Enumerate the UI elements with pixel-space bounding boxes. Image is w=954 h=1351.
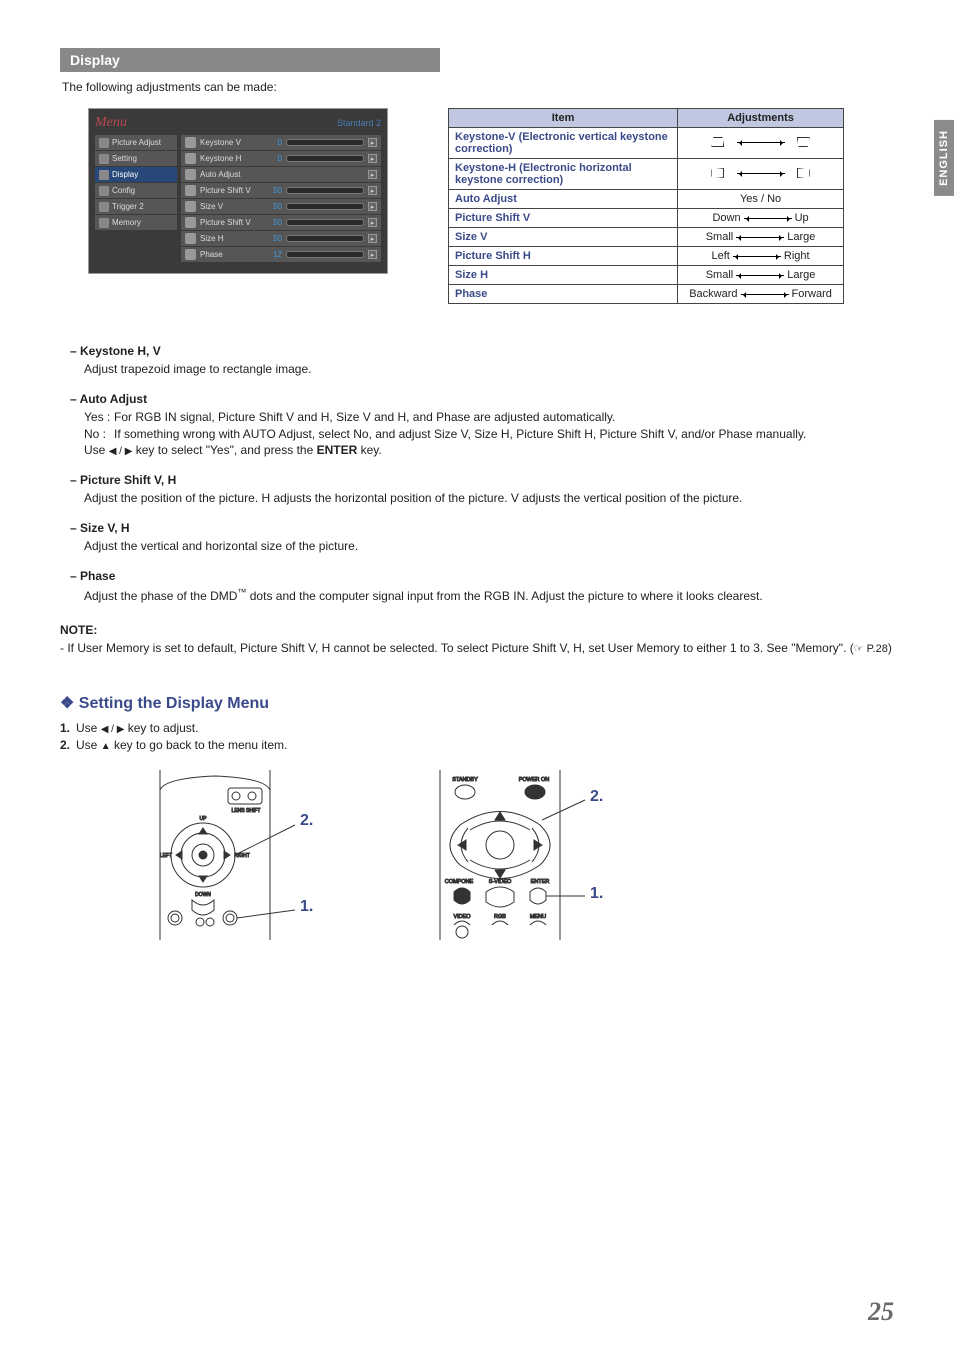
yes-body: For RGB IN signal, Picture Shift V and H… [114,409,615,426]
desc-size-title: Size V, H [70,521,894,535]
svg-text:MENU: MENU [530,914,546,920]
svg-text:COMPONE: COMPONE [445,879,474,885]
desc-phase-title: Phase [70,569,894,583]
menu-left-item: Setting [95,151,177,166]
svg-text:POWER ON: POWER ON [519,777,550,783]
svg-text:RGB: RGB [494,914,506,920]
svg-text:ENTER: ENTER [531,879,550,885]
menu-left-item: Picture Adjust [95,135,177,150]
table-header-adjustments: Adjustments [678,109,844,128]
table-row: Keystone-V (Electronic vertical keystone… [449,128,844,159]
menu-right-row: Auto Adjust▸ [181,167,381,182]
svg-text:S-VIDEO: S-VIDEO [489,879,512,885]
svg-text:VIDEO: VIDEO [453,914,471,920]
svg-text:LEFT: LEFT [160,853,172,859]
yes-label: Yes : [84,409,114,426]
step-2: 2.Use ▲ key to go back to the menu item. [60,738,894,752]
use-line: Use ◀ / ▶ key to select "Yes", and press… [84,442,894,459]
no-label: No : [84,426,114,443]
adjustments-table: Item Adjustments Keystone-V (Electronic … [448,108,844,304]
menu-standard-label: Standard 2 [337,118,381,128]
callout-1: 1. [300,898,313,916]
left-right-arrow-icon: ◀ / ▶ [101,724,125,735]
desc-size-body: Adjust the vertical and horizontal size … [84,538,894,555]
menu-left-item: Display [95,167,177,182]
projector-panel-diagram: LENS SHIFT UP DOWN LEFT RIGHT [100,770,330,940]
menu-right-row: Size V50▸ [181,199,381,214]
step-1: 1.Use ◀ / ▶ key to adjust. [60,721,894,735]
desc-phase-body: Adjust the phase of the DMD™ dots and th… [84,586,894,605]
intro-text: The following adjustments can be made: [62,80,894,94]
menu-right-row: Picture Shift V50▸ [181,183,381,198]
up-arrow-icon: ▲ [101,741,111,752]
table-row: Size HSmall Large [449,266,844,285]
menu-right-row: Keystone H0▸ [181,151,381,166]
desc-auto-adjust-title: Auto Adjust [70,392,894,406]
menu-right-column: Keystone V0▸Keystone H0▸Auto Adjust▸Pict… [181,135,381,263]
page-number: 25 [868,1297,894,1327]
language-tab: ENGLISH [934,120,954,196]
menu-left-item: Config [95,183,177,198]
desc-keystone-title: Keystone H, V [70,344,894,358]
menu-left-item: Trigger 2 [95,199,177,214]
menu-right-row: Picture Shift V50▸ [181,215,381,230]
menu-title: Menu [95,115,127,131]
table-row: Picture Shift HLeft Right [449,247,844,266]
table-row: Size VSmall Large [449,228,844,247]
menu-right-row: Phase12▸ [181,247,381,262]
table-header-item: Item [449,109,678,128]
table-row: Picture Shift VDown Up [449,209,844,228]
menu-left-item: Memory [95,215,177,230]
section-header: Display [60,48,440,72]
left-right-arrow-icon: ◀ / ▶ [109,446,133,457]
table-row: PhaseBackward Forward [449,285,844,304]
callout-1-remote: 1. [590,885,603,903]
svg-text:UP: UP [200,816,208,822]
menu-left-column: Picture AdjustSettingDisplayConfigTrigge… [95,135,177,263]
svg-text:STANDBY: STANDBY [452,777,478,783]
callout-2: 2. [300,812,313,830]
desc-picture-shift-title: Picture Shift V, H [70,473,894,487]
svg-text:DOWN: DOWN [195,892,211,898]
osd-menu-screenshot: Menu Standard 2 Picture AdjustSettingDis… [88,108,388,274]
menu-right-row: Keystone V0▸ [181,135,381,150]
table-row: Keystone-H (Electronic horizontal keysto… [449,159,844,190]
setting-heading: Setting the Display Menu [60,693,894,713]
desc-picture-shift-body: Adjust the position of the picture. H ad… [84,490,894,507]
desc-keystone-body: Adjust trapezoid image to rectangle imag… [84,361,894,378]
note-body: - If User Memory is set to default, Pict… [60,640,894,657]
no-body: If something wrong with AUTO Adjust, sel… [114,426,806,443]
callout-2-remote: 2. [590,788,603,806]
note-label: NOTE: [60,623,894,637]
svg-text:LENS SHIFT: LENS SHIFT [232,808,261,814]
menu-right-row: Size H50▸ [181,231,381,246]
reference-icon: ☞ P.28 [854,643,888,655]
table-row: Auto AdjustYes / No [449,190,844,209]
remote-control-diagram: STANDBY POWER ON COMPONE S-VIDEO [410,770,620,940]
